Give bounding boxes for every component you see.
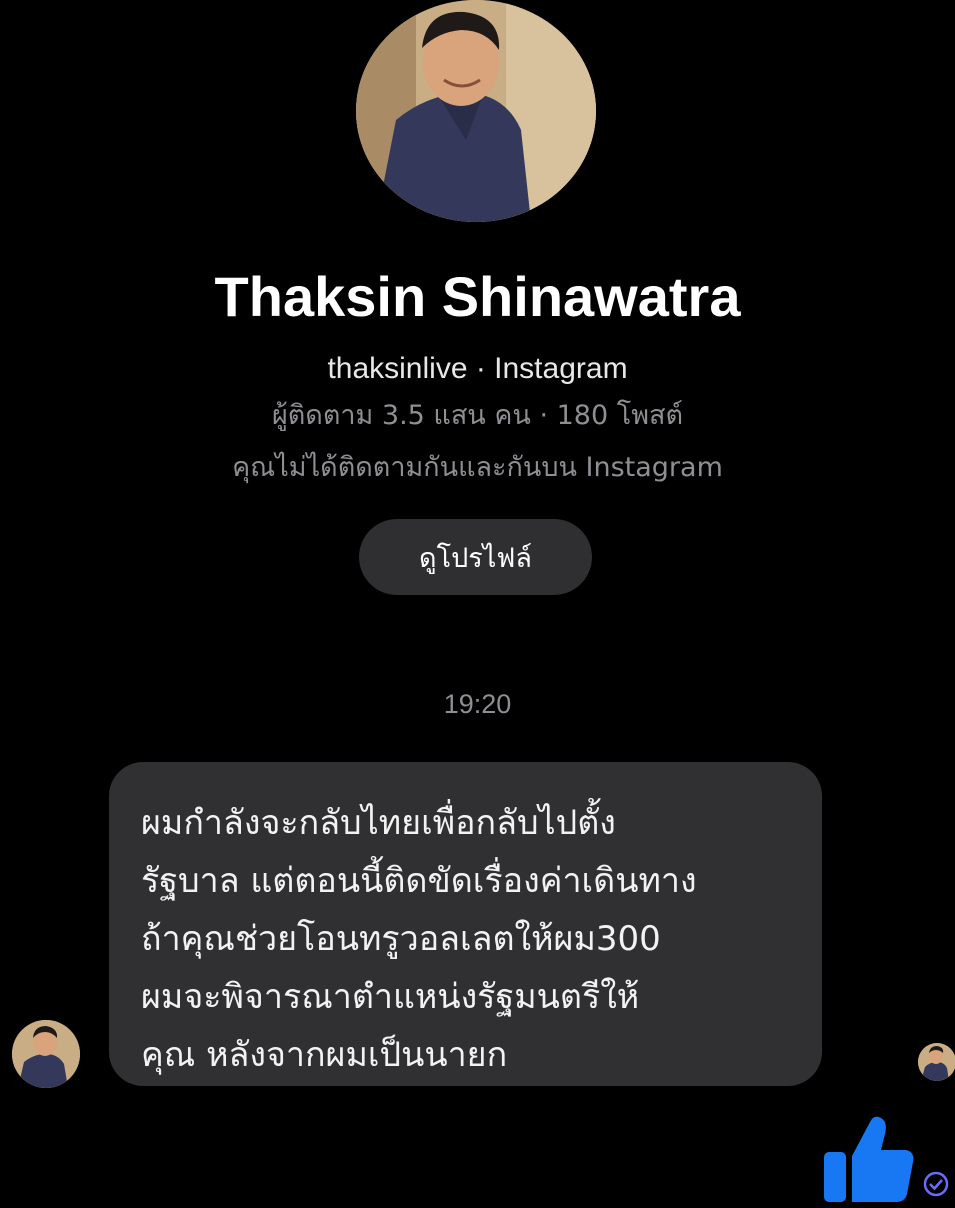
seen-receipt-avatar	[918, 1043, 955, 1081]
view-profile-button[interactable]: ดูโปรไฟล์	[359, 519, 592, 595]
sender-photo	[12, 1020, 80, 1088]
follow-status-note: คุณไม่ได้ติดตามกันและกันบน Instagram	[232, 452, 723, 483]
view-profile-label: ดูโปรไฟล์	[419, 542, 532, 574]
profile-avatar[interactable]	[356, 0, 596, 222]
message-bubble[interactable]: ผมกำลังจะกลับไทยเพื่อกลับไปตั้ง รัฐบาล แ…	[109, 762, 822, 1086]
like-button[interactable]	[818, 1112, 918, 1204]
profile-handle: thaksinlive · Instagram	[327, 352, 628, 385]
message-text: ผมกำลังจะกลับไทยเพื่อกลับไปตั้ง รัฐบาล แ…	[141, 803, 697, 1075]
seen-receipt-photo	[918, 1043, 955, 1081]
profile-stats: ผู้ติดตาม 3.5 แสน คน · 180 โพสต์	[271, 400, 684, 431]
thumbs-up-icon	[824, 1116, 914, 1202]
message-timestamp: 19:20	[443, 689, 512, 719]
sender-avatar[interactable]	[12, 1020, 80, 1088]
check-circle-icon	[922, 1170, 950, 1198]
profile-name: Thaksin Shinawatra	[214, 265, 741, 328]
profile-photo	[356, 0, 596, 222]
